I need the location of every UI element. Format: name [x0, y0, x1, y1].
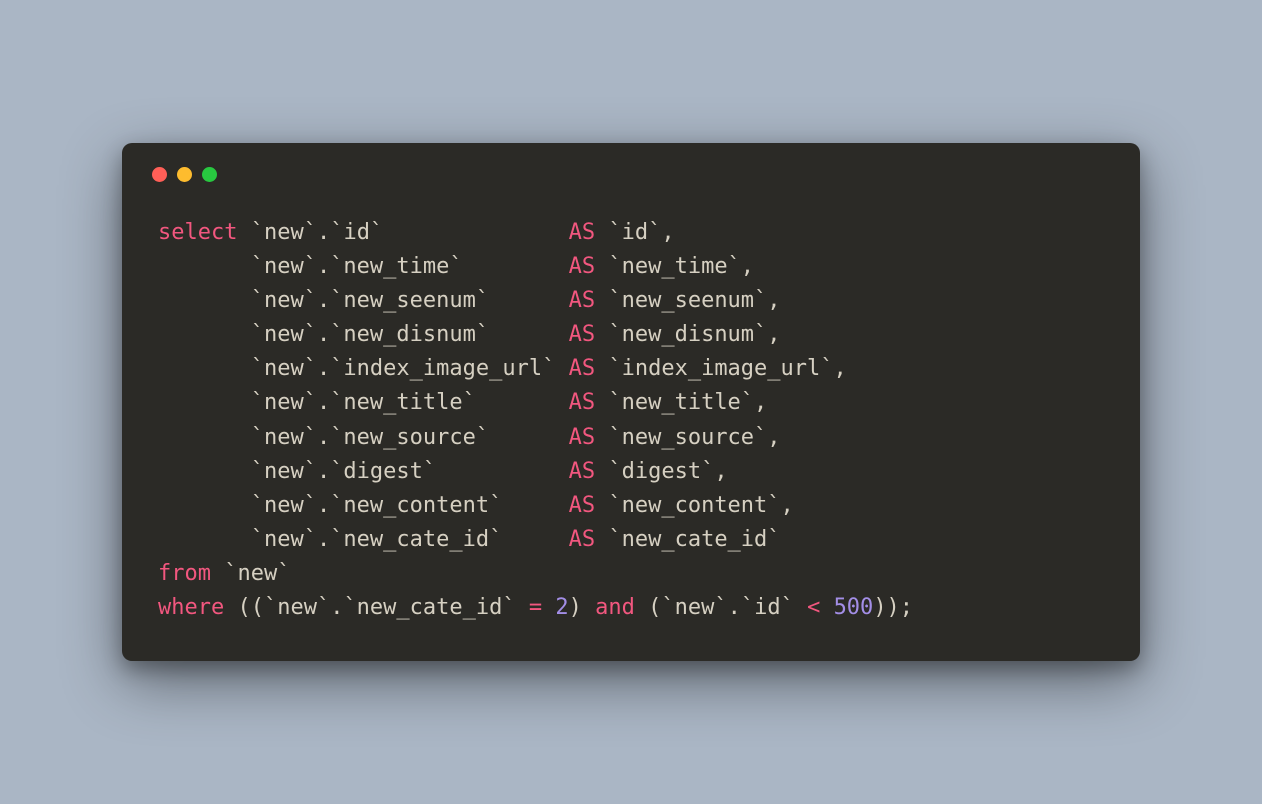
minimize-icon[interactable] [177, 167, 192, 182]
maximize-icon[interactable] [202, 167, 217, 182]
code-block: select `new`.`id` AS `id`, `new`.`new_ti… [158, 216, 1104, 625]
traffic-lights [152, 167, 1104, 182]
close-icon[interactable] [152, 167, 167, 182]
code-window: select `new`.`id` AS `id`, `new`.`new_ti… [122, 143, 1140, 661]
